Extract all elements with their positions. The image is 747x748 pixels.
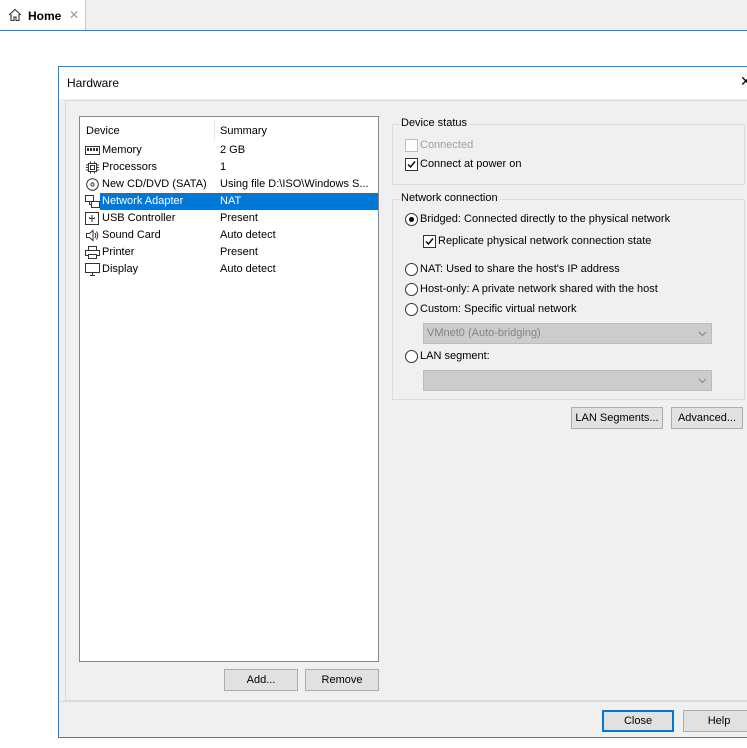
device-name: USB Controller: [102, 212, 176, 224]
check-icon: [407, 161, 416, 169]
column-separator[interactable]: [214, 120, 215, 140]
monitor-icon: [85, 263, 100, 276]
nat-label: NAT: Used to share the host's IP address: [420, 263, 620, 275]
chevron-down-icon: [698, 378, 707, 384]
device-summary: Present: [220, 212, 258, 224]
device-name: Processors: [102, 161, 158, 173]
device-summary: Auto detect: [220, 263, 276, 275]
custom-radio[interactable]: [405, 303, 418, 316]
close-button[interactable]: Close: [602, 710, 674, 732]
custom-label: Custom: Specific virtual network: [420, 303, 577, 315]
printer-icon: [85, 246, 100, 259]
chevron-down-icon: [698, 331, 707, 337]
speaker-icon: [86, 229, 99, 242]
device-name: Sound Card: [102, 229, 161, 241]
device-row-memory[interactable]: Memory 2 GB: [84, 142, 378, 159]
dialog-title: Hardware: [67, 76, 120, 90]
processor-icon: [86, 161, 99, 174]
bridged-radio[interactable]: [405, 213, 418, 226]
device-summary: Using file D:\ISO\Windows S...: [220, 178, 369, 190]
check-icon: [425, 238, 434, 246]
replicate-label: Replicate physical network connection st…: [438, 235, 652, 247]
footer-divider: [59, 701, 747, 702]
add-button[interactable]: Add...: [224, 669, 298, 691]
device-summary: Auto detect: [220, 229, 276, 241]
remove-button[interactable]: Remove: [305, 669, 379, 691]
hardware-dialog: Hardware ✕ Device Summary Memory 2 GB Pr…: [58, 66, 747, 738]
help-button[interactable]: Help: [683, 710, 747, 732]
column-header-device[interactable]: Device: [86, 125, 120, 137]
network-adapter-icon: [85, 195, 100, 208]
device-status-group: Device status Connected Connect at power…: [392, 117, 745, 185]
lan-segment-select[interactable]: [423, 370, 712, 391]
home-icon: [8, 8, 22, 22]
device-name: Display: [102, 263, 139, 275]
device-name: Memory: [102, 144, 142, 156]
nat-radio[interactable]: [405, 263, 418, 276]
device-status-title: Device status: [399, 117, 470, 129]
usb-icon: [85, 212, 99, 225]
device-summary: NAT: [220, 195, 242, 207]
device-name: Network Adapter: [102, 195, 184, 207]
radio-dot: [409, 217, 414, 222]
network-connection-group: Network connection Bridged: Connected di…: [392, 192, 745, 400]
host-only-label: Host-only: A private network shared with…: [420, 283, 658, 295]
advanced-button[interactable]: Advanced...: [671, 407, 743, 429]
tab-home-label: Home: [28, 9, 62, 23]
column-header-summary[interactable]: Summary: [220, 125, 267, 137]
device-row-sound-card[interactable]: Sound Card Auto detect: [84, 227, 378, 244]
device-list-header: Device Summary: [80, 117, 378, 141]
device-list[interactable]: Device Summary Memory 2 GB Processors 1 …: [79, 116, 379, 662]
device-name: Printer: [102, 246, 135, 258]
device-row-display[interactable]: Display Auto detect: [84, 261, 378, 278]
connected-checkbox[interactable]: [405, 139, 418, 152]
custom-network-select[interactable]: VMnet0 (Auto-bridging): [423, 323, 712, 344]
connected-label: Connected: [420, 139, 474, 151]
cd-dvd-icon: [86, 178, 99, 191]
dialog-titlebar: Hardware ✕: [59, 67, 747, 99]
device-summary: Present: [220, 246, 258, 258]
host-only-radio[interactable]: [405, 283, 418, 296]
device-name: New CD/DVD (SATA): [102, 178, 207, 190]
lan-segment-radio[interactable]: [405, 350, 418, 363]
dialog-content: Device Summary Memory 2 GB Processors 1 …: [65, 100, 747, 701]
device-row-processors[interactable]: Processors 1: [84, 159, 378, 176]
connect-at-power-on-label: Connect at power on: [420, 158, 522, 170]
lan-segments-button[interactable]: LAN Segments...: [571, 407, 663, 429]
device-row-usb-controller[interactable]: USB Controller Present: [84, 210, 378, 227]
connect-at-power-on-checkbox[interactable]: [405, 158, 418, 171]
lan-segment-label: LAN segment:: [420, 350, 490, 362]
device-row-printer[interactable]: Printer Present: [84, 244, 378, 261]
network-connection-title: Network connection: [399, 192, 500, 204]
device-row-cd-dvd[interactable]: New CD/DVD (SATA) Using file D:\ISO\Wind…: [84, 176, 378, 193]
device-row-network-adapter[interactable]: Network Adapter NAT: [84, 193, 378, 210]
tab-bar: Home ✕: [0, 0, 747, 31]
tab-close-icon[interactable]: ✕: [69, 8, 79, 22]
tab-home[interactable]: Home ✕: [0, 0, 86, 30]
replicate-checkbox[interactable]: [423, 235, 436, 248]
dialog-close-icon[interactable]: ✕: [740, 73, 747, 90]
device-summary: 1: [220, 161, 227, 173]
memory-icon: [85, 146, 100, 155]
custom-network-value: VMnet0 (Auto-bridging): [427, 327, 541, 339]
device-summary: 2 GB: [220, 144, 246, 156]
bridged-label: Bridged: Connected directly to the physi…: [420, 213, 671, 225]
